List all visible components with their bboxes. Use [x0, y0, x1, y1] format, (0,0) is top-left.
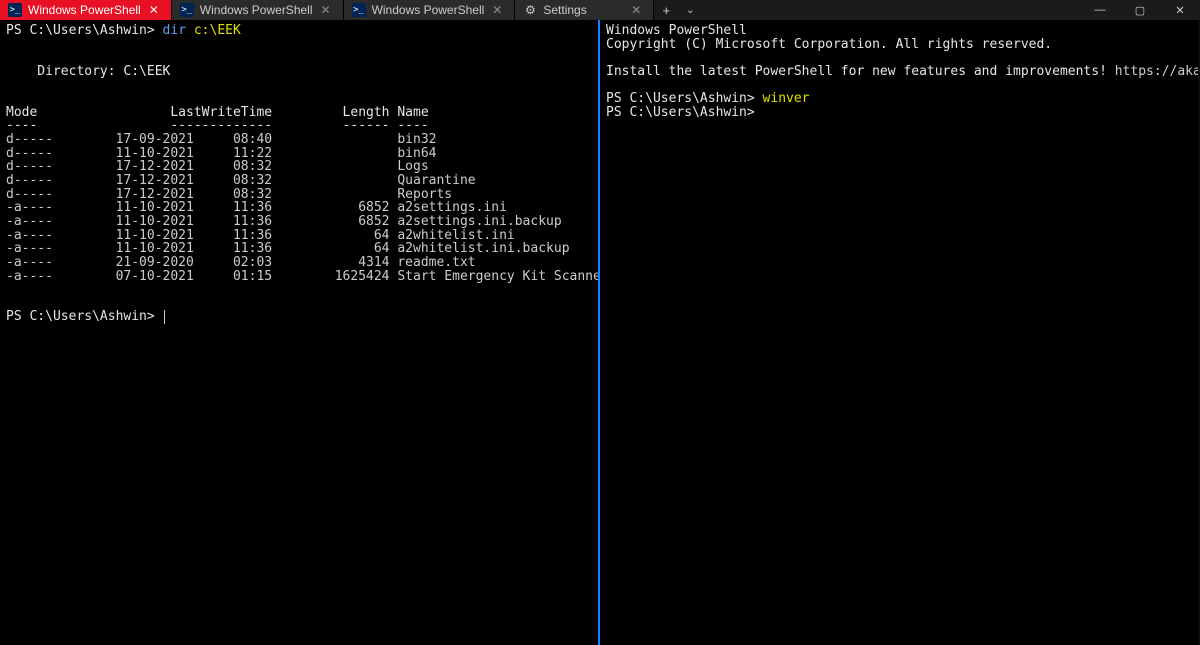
maximize-button[interactable]: ▢ [1120, 0, 1160, 20]
tab-label: Windows PowerShell [372, 3, 485, 17]
window-controls: — ▢ ✕ [1080, 0, 1200, 20]
split-panes: PS C:\Users\Ashwin> dir c:\EEK Directory… [0, 20, 1200, 645]
tab-2[interactable]: >_ Windows PowerShell ✕ [344, 0, 516, 20]
tab-label: Windows PowerShell [200, 3, 313, 17]
install-link[interactable]: https://aka.ms/PSWindows [1115, 64, 1198, 79]
terminal-pane-left[interactable]: PS C:\Users\Ashwin> dir c:\EEK Directory… [0, 20, 600, 645]
titlebar-drag-area[interactable] [702, 0, 1080, 20]
install-msg: Install the latest PowerShell for new fe… [606, 64, 1115, 79]
close-tab-icon[interactable]: ✕ [147, 3, 161, 17]
tab-1[interactable]: >_ Windows PowerShell ✕ [172, 0, 344, 20]
close-tab-icon[interactable]: ✕ [319, 3, 333, 17]
tab-dropdown-button[interactable]: ⌄ [678, 0, 702, 20]
new-tab-button[interactable]: + [654, 0, 678, 20]
close-tab-icon[interactable]: ✕ [490, 3, 504, 17]
powershell-icon: >_ [8, 3, 22, 17]
close-window-button[interactable]: ✕ [1160, 0, 1200, 20]
terminal-pane-right[interactable]: Windows PowerShell Copyright (C) Microso… [600, 20, 1198, 645]
gear-icon: ⚙ [523, 3, 537, 17]
terminal-output-left: PS C:\Users\Ashwin> dir c:\EEK Directory… [6, 24, 592, 324]
powershell-icon: >_ [180, 3, 194, 17]
tab-label: Windows PowerShell [28, 3, 141, 17]
terminal-output-right: Windows PowerShell Copyright (C) Microso… [606, 24, 1192, 119]
prompt: PS C:\Users\Ashwin> [606, 105, 755, 120]
command: winver [763, 91, 810, 106]
powershell-icon: >_ [352, 3, 366, 17]
title-bar: >_ Windows PowerShell ✕ >_ Windows PowerShel… [0, 0, 1200, 20]
close-tab-icon[interactable]: ✕ [629, 3, 643, 17]
minimize-button[interactable]: — [1080, 0, 1120, 20]
tab-3[interactable]: ⚙ Settings ✕ [515, 0, 654, 20]
tab-label: Settings [543, 3, 623, 17]
banner-line: Copyright (C) Microsoft Corporation. All… [606, 37, 1052, 52]
tab-strip: >_ Windows PowerShell ✕ >_ Windows PowerShel… [0, 0, 654, 20]
tab-0[interactable]: >_ Windows PowerShell ✕ [0, 0, 172, 20]
